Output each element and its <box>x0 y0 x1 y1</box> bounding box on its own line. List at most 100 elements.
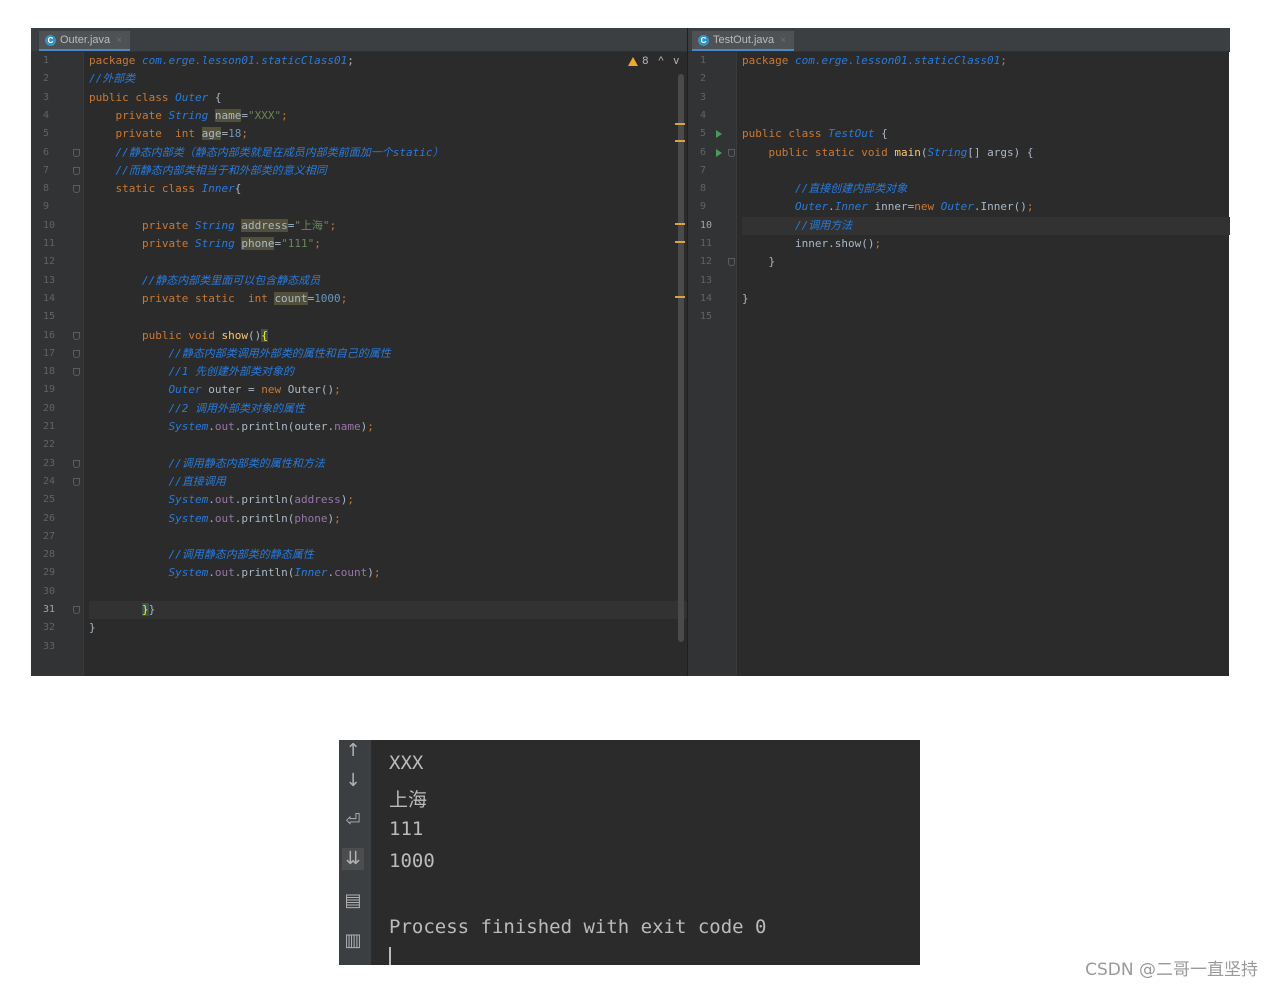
run-gutter-icon[interactable] <box>716 148 722 157</box>
code-token: String <box>194 218 242 232</box>
code-line: //1 先创建外部类对象的 <box>89 363 687 381</box>
code-token: .println( <box>234 566 295 580</box>
fold-marker-icon[interactable] <box>73 148 80 157</box>
code-area-outer[interactable]: package com.erge.lesson01.staticClass01;… <box>89 52 687 676</box>
code-token: com.erge.lesson01.staticClass01 <box>794 54 1001 67</box>
code-line: System.out.println(address); <box>89 491 687 509</box>
previous-highlight-icon[interactable]: ^ <box>658 55 663 67</box>
code-token: } <box>742 291 749 305</box>
line-number: 23 <box>43 457 56 469</box>
line-number: 1 <box>43 55 50 66</box>
line-number: 10 <box>43 219 56 231</box>
line-number: 31 <box>43 604 56 615</box>
code-token: com.erge.lesson01.staticClass01 <box>141 54 348 67</box>
fold-marker-icon[interactable] <box>728 258 735 267</box>
fold-marker-icon[interactable] <box>73 185 80 194</box>
fold-marker-icon[interactable] <box>73 606 80 614</box>
scroll-to-end-icon[interactable]: ⇊ <box>342 848 364 870</box>
code-token: . <box>208 493 215 507</box>
inspection-widget[interactable]: 8 ^ v <box>628 55 679 67</box>
line-number: 4 <box>700 109 707 121</box>
fold-marker-icon[interactable] <box>73 477 80 486</box>
warning-stripe[interactable] <box>675 241 685 243</box>
line-number: 2 <box>700 73 707 85</box>
code-token: //直接创建内部类对象 <box>794 182 908 196</box>
warning-stripe[interactable] <box>675 223 685 225</box>
tab-testout-java[interactable]: C TestOut.java × <box>692 31 794 51</box>
code-token: Outer <box>794 200 829 214</box>
fold-marker-icon[interactable] <box>73 368 80 377</box>
code-line: //直接调用 <box>89 473 687 491</box>
warning-stripe[interactable] <box>675 296 685 298</box>
warning-stripe[interactable] <box>675 140 685 142</box>
close-tab-icon[interactable]: × <box>116 35 122 46</box>
code-token: inner= <box>874 200 915 214</box>
code-token: ; <box>874 237 882 250</box>
code-token: () <box>247 328 262 342</box>
code-token: show <box>221 328 248 342</box>
code-token: name <box>334 420 361 433</box>
code-token: package <box>89 54 142 67</box>
up-arrow-icon[interactable]: ↑ <box>342 740 364 762</box>
warning-stripe[interactable] <box>675 123 685 125</box>
vertical-scrollbar[interactable] <box>678 74 684 642</box>
code-token: ; <box>373 566 381 580</box>
soft-wrap-icon[interactable]: ⏎ <box>342 810 364 832</box>
code-line: private static int count=1000; <box>89 290 687 308</box>
code-token: inner.show() <box>794 237 875 250</box>
code-token: main <box>894 145 921 159</box>
code-line: } <box>89 619 687 637</box>
tab-label: TestOut.java <box>713 34 775 46</box>
code-line: public void show(){ <box>89 327 687 345</box>
code-line: Outer.Inner inner=new Outer.Inner(); <box>742 198 1230 216</box>
fold-marker-icon[interactable] <box>728 148 735 157</box>
code-line: private String name="XXX"; <box>89 107 687 125</box>
trash-icon[interactable]: ▥ <box>342 930 364 952</box>
fold-marker-icon[interactable] <box>73 349 80 358</box>
code-line: //而静态内部类相当于和外部类的意义相同 <box>89 162 687 180</box>
code-token: count <box>334 566 368 580</box>
line-number: 8 <box>43 183 50 195</box>
fold-marker-icon[interactable] <box>73 331 80 340</box>
fold-marker-icon[interactable] <box>73 166 80 175</box>
line-number: 20 <box>43 402 56 414</box>
print-icon[interactable]: ▤ <box>342 890 364 912</box>
code-token: Inner <box>294 566 328 580</box>
line-number: 6 <box>700 146 707 158</box>
code-token: address <box>294 493 341 507</box>
fold-marker-icon[interactable] <box>73 459 80 468</box>
code-token: phone <box>294 511 328 525</box>
console-line: XXX <box>389 752 424 774</box>
close-tab-icon[interactable]: × <box>780 35 786 46</box>
next-highlight-icon[interactable]: v <box>674 55 680 67</box>
code-line: //静态内部类里面可以包含静态成员 <box>89 272 687 290</box>
line-number: 15 <box>700 311 713 323</box>
code-token: { <box>208 90 222 104</box>
line-number: 7 <box>43 164 50 176</box>
run-console: ↑ ↓ ⏎ ⇊ ▤ ▥ XXX 上海 111 1000 Process finished… <box>339 740 920 965</box>
line-number: 28 <box>43 549 56 561</box>
code-token: "上海" <box>294 218 330 232</box>
code-token: } <box>141 603 149 616</box>
code-token: "XXX" <box>247 108 282 122</box>
code-token: new <box>261 383 288 397</box>
line-number: 32 <box>43 622 56 634</box>
run-gutter-icon[interactable] <box>716 130 722 139</box>
down-arrow-icon[interactable]: ↓ <box>342 770 364 792</box>
code-area-testout[interactable]: package com.erge.lesson01.staticClass01;… <box>742 52 1230 676</box>
code-token: { <box>874 127 888 141</box>
tab-outer-java[interactable]: C Outer.java × <box>39 31 130 51</box>
code-line: } <box>742 290 1230 308</box>
